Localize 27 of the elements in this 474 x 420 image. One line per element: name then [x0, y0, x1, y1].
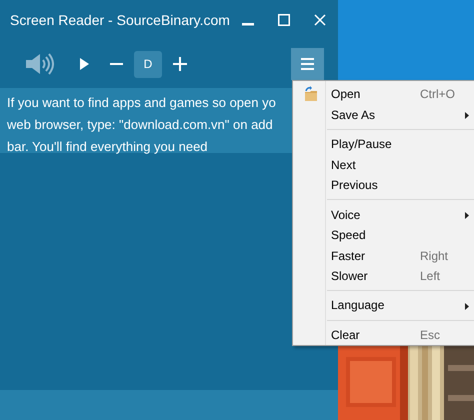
shortcut-text: Esc	[420, 326, 440, 344]
maximize-icon	[278, 14, 290, 26]
shortcut-text: Ctrl+O	[420, 86, 456, 104]
play-icon	[80, 58, 88, 70]
menu-item[interactable]: Slower Left	[293, 266, 474, 286]
menu-icon	[301, 58, 314, 70]
menu-button[interactable]	[291, 48, 324, 80]
plus-icon	[173, 57, 187, 71]
menu-item[interactable]: Save As	[293, 104, 474, 125]
menu-item[interactable]: Speed	[293, 224, 474, 246]
voice-button[interactable]: D	[134, 50, 162, 78]
menu-item[interactable]: Open Ctrl+O	[293, 84, 474, 104]
menu-item[interactable]: Clear Esc	[293, 324, 474, 346]
menu-item[interactable]: Play/Pause	[293, 134, 474, 154]
shortcut-text: Left	[420, 268, 440, 285]
menu-item[interactable]: Next	[293, 154, 474, 175]
menu-item[interactable]: Previous	[293, 174, 474, 196]
close-icon	[314, 14, 326, 26]
window-title: Screen Reader - SourceBinary.com	[10, 10, 230, 30]
menu-item[interactable]: Faster Right	[293, 245, 474, 266]
menu-item[interactable]: Language	[293, 295, 474, 316]
menu-item[interactable]: Voice	[293, 204, 474, 225]
shortcut-text: Right	[420, 248, 448, 264]
minus-icon	[110, 63, 122, 65]
minimize-icon	[242, 23, 254, 26]
reading-text: If you want to find apps and games so open yo web browser, type: "download.com.vn" on add bar. You'll find everything you need	[7, 94, 276, 156]
speaker-icon	[24, 53, 54, 75]
